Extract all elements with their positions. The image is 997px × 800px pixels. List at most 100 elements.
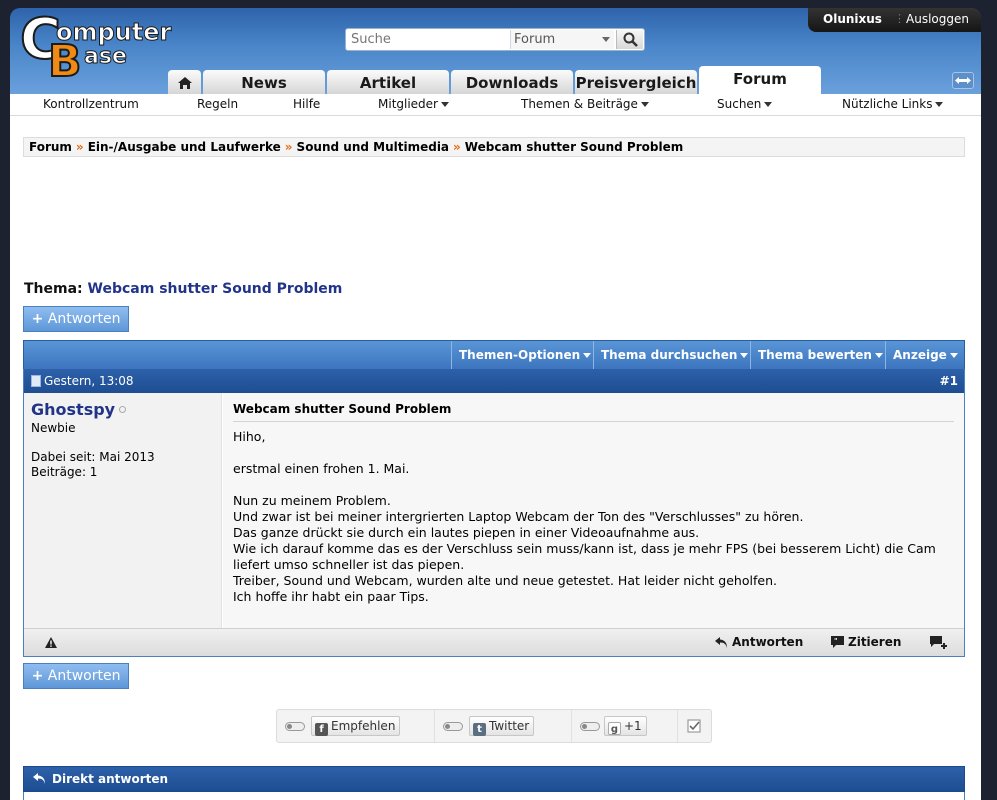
chevron-down-icon: [740, 353, 749, 358]
tab-downloads[interactable]: Downloads: [451, 70, 573, 94]
subnav-nuetzliche-links[interactable]: Nützliche Links: [842, 97, 944, 111]
post-reply-button[interactable]: Antworten: [714, 635, 803, 649]
thread-title-label: Thema:: [24, 281, 83, 297]
search-box: Forum: [345, 28, 645, 51]
checkbox-settings-icon: [687, 719, 701, 733]
reply-arrow-icon: [33, 773, 45, 784]
breadcrumb-current-thread: Webcam shutter Sound Problem: [464, 140, 684, 154]
twitter-toggle[interactable]: [443, 722, 463, 731]
subnav-kontrollzentrum[interactable]: Kontrollzentrum: [43, 97, 139, 111]
twitter-button[interactable]: t Twitter: [469, 716, 535, 736]
chevron-down-icon: [874, 353, 883, 358]
expand-width-button[interactable]: [952, 72, 974, 89]
google-icon: g: [608, 722, 621, 735]
social-cell-google: g +1: [572, 710, 678, 742]
thread-search-menu[interactable]: Thema durchsuchen: [593, 341, 750, 370]
post-number-link[interactable]: #1: [940, 369, 958, 393]
post-line: [233, 477, 954, 493]
thread-options-label: Themen-Optionen: [459, 348, 581, 362]
social-settings-cell[interactable]: [678, 710, 712, 742]
breadcrumb-forum[interactable]: Forum: [29, 140, 72, 154]
post-author-name[interactable]: Ghostspy: [31, 400, 214, 419]
subnav-regeln[interactable]: Regeln: [197, 97, 238, 111]
logout-link[interactable]: Ausloggen: [906, 12, 969, 26]
subnav-hilfe[interactable]: Hilfe: [293, 97, 320, 111]
post-line: Das ganze drückt sie durch ein lautes pi…: [233, 525, 700, 540]
offline-status-icon: [119, 406, 127, 413]
svg-text:": ": [834, 637, 838, 645]
user-name-link[interactable]: Olunixus: [823, 12, 882, 26]
search-scope-label: Forum: [514, 32, 556, 47]
home-icon: [177, 77, 192, 89]
tab-preisvergleich[interactable]: Preisvergleich: [575, 70, 697, 94]
post-line: liefert umso schneller ist das piepen.: [233, 557, 465, 572]
facebook-recommend-button[interactable]: f Empfehlen: [311, 716, 401, 736]
chevron-down-icon: [640, 102, 649, 107]
post-subject: Webcam shutter Sound Problem: [233, 402, 954, 422]
post-quote-button[interactable]: " Zitieren: [830, 635, 901, 649]
warning-icon: [45, 637, 57, 648]
report-post-button[interactable]: [44, 635, 61, 649]
tab-news[interactable]: News: [203, 70, 325, 94]
post-line: Nun zu meinem Problem.: [233, 493, 391, 508]
post-author-joined: Dabei seit: Mai 2013: [31, 450, 155, 464]
breadcrumb-ein-ausgabe[interactable]: Ein-/Ausgabe und Laufwerke: [88, 140, 281, 154]
content-area: Forum» Ein-/Ausgabe und Laufwerke» Sound u…: [10, 116, 981, 800]
reply-button-label: Antworten: [47, 311, 121, 327]
post-line: Hiho,: [233, 429, 266, 444]
subnav-mitglieder[interactable]: Mitglieder: [378, 97, 449, 111]
chevron-down-icon: [949, 353, 958, 358]
quick-reply-header[interactable]: Direkt antworten: [23, 766, 965, 792]
subnav-themen-beitraege[interactable]: Themen & Beiträge: [521, 97, 649, 111]
tab-forum[interactable]: Forum: [699, 66, 821, 94]
post-line: [233, 445, 954, 461]
subnav-links-label: Nützliche Links: [842, 97, 933, 111]
facebook-toggle[interactable]: [285, 722, 305, 731]
chevron-down-icon: [602, 37, 610, 42]
breadcrumb-separator: »: [453, 140, 461, 154]
google-plusone-button[interactable]: g +1: [604, 716, 647, 736]
post-date: Gestern, 13:08: [44, 374, 134, 388]
post-user-info: Ghostspy Newbie Dabei seit: Mai 2013 Bei…: [24, 393, 222, 628]
computerbase-logo[interactable]: Computer Base: [18, 8, 178, 86]
post-footer: Antworten " Zitieren: [24, 628, 964, 656]
facebook-label: Empfehlen: [331, 719, 396, 733]
subnav-mitglieder-label: Mitglieder: [378, 97, 438, 111]
social-cell-twitter: t Twitter: [435, 710, 572, 742]
search-button[interactable]: [616, 30, 643, 49]
post-author-title: Newbie: [31, 421, 76, 435]
breadcrumb-sound-multimedia[interactable]: Sound und Multimedia: [297, 140, 449, 154]
reply-button-bottom[interactable]: + Antworten: [23, 663, 129, 689]
user-area: Olunixus ⋮ Ausloggen: [808, 8, 981, 32]
subnav-suchen[interactable]: Suchen: [717, 97, 773, 111]
chevron-down-icon: [441, 102, 449, 107]
tab-home[interactable]: [168, 70, 201, 94]
search-scope-select[interactable]: Forum: [510, 30, 614, 49]
chevron-down-icon: [935, 102, 944, 107]
thread-title: Thema: Webcam shutter Sound Problem: [24, 281, 342, 297]
quote-icon: ": [831, 636, 844, 648]
multiquote-button[interactable]: [929, 635, 952, 650]
thread-search-label: Thema durchsuchen: [601, 348, 738, 362]
search-icon: [623, 32, 638, 47]
thread-options-menu[interactable]: Themen-Optionen: [451, 341, 593, 370]
site-header: ComputerBase Forum Olunixus ⋮ Ausloggen …: [10, 8, 981, 94]
thread-display-menu[interactable]: Anzeige: [885, 341, 964, 370]
reply-button-top[interactable]: + Antworten: [23, 306, 129, 332]
google-toggle[interactable]: [580, 722, 600, 731]
breadcrumb-separator: »: [75, 140, 84, 154]
twitter-icon: t: [473, 723, 486, 736]
search-input[interactable]: [346, 29, 510, 50]
post-reply-label: Antworten: [732, 635, 804, 649]
post-author-postcount: Beiträge: 1: [31, 465, 98, 479]
thread-title-link[interactable]: Webcam shutter Sound Problem: [88, 281, 343, 297]
post-body: Webcam shutter Sound Problem Hiho, erstm…: [223, 393, 964, 628]
social-share-bar: f Empfehlen t Twitter g +1: [276, 709, 712, 743]
chevron-down-icon: [583, 353, 592, 358]
tab-artikel[interactable]: Artikel: [327, 70, 449, 94]
chevron-down-icon: [764, 102, 773, 107]
user-separator: ⋮: [894, 12, 905, 25]
social-cell-facebook: f Empfehlen: [277, 710, 435, 742]
thread-rate-menu[interactable]: Thema bewerten: [750, 341, 885, 370]
breadcrumb-separator: »: [284, 140, 293, 154]
